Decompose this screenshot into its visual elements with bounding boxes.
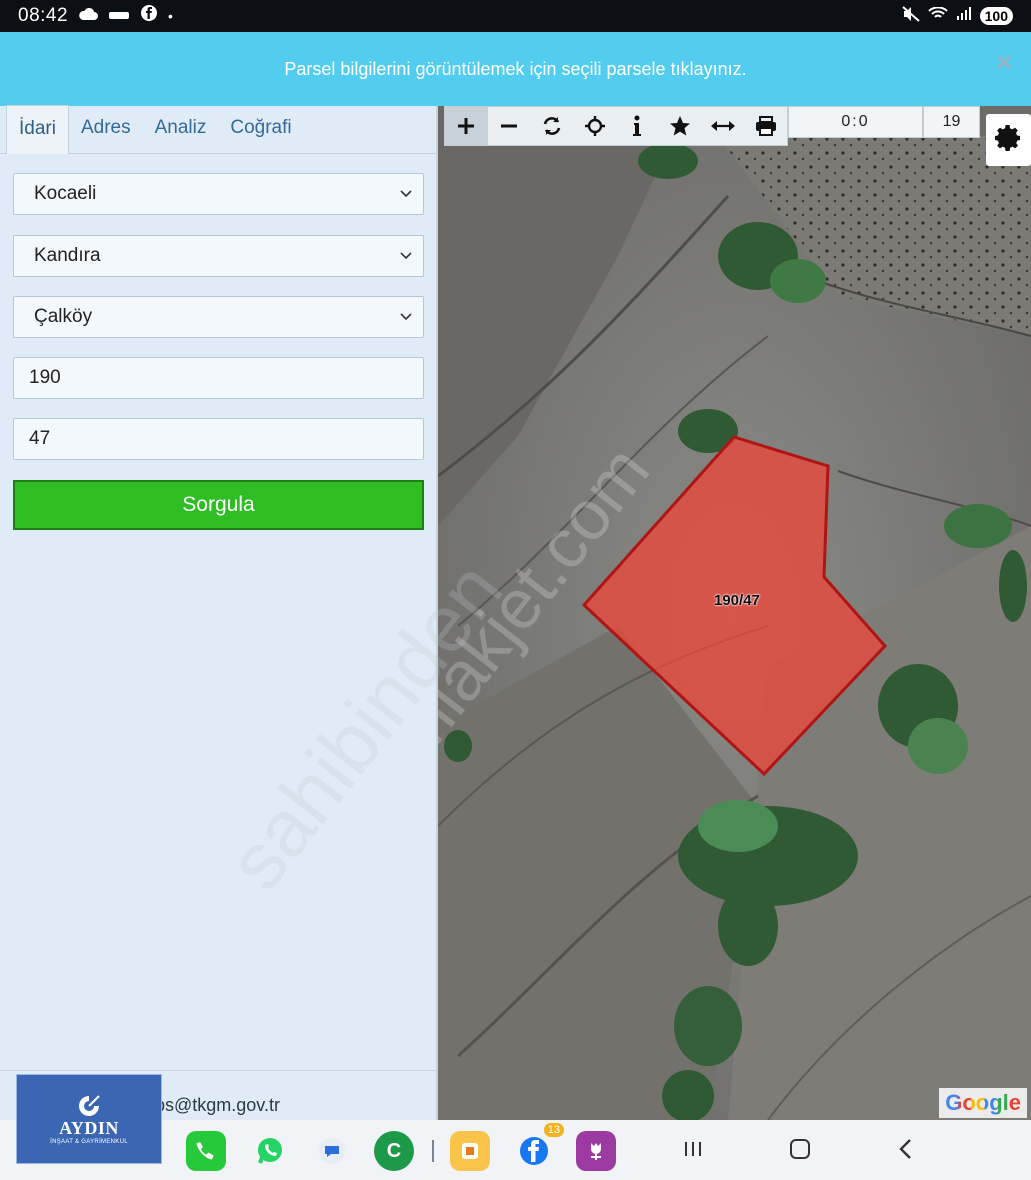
scale-readout: 0:0 xyxy=(788,106,923,138)
tab-adres[interactable]: Adres xyxy=(69,105,143,153)
district-value: Kandıra xyxy=(34,245,101,266)
sidebar-tabs: İdari Adres Analiz Coğrafi xyxy=(0,105,436,154)
chevron-down-icon xyxy=(397,307,415,325)
recent-apps-icon[interactable] xyxy=(683,1138,703,1166)
print-icon[interactable] xyxy=(744,107,787,145)
close-icon[interactable]: × xyxy=(991,48,1017,78)
district-select[interactable]: Kandıra xyxy=(13,235,424,277)
messages-app-icon[interactable] xyxy=(312,1131,352,1171)
zoom-level: 19 xyxy=(923,106,980,138)
aydin-logo-mark xyxy=(79,1094,100,1116)
app-notification-icon xyxy=(108,5,130,27)
facebook-notification-badge: 13 xyxy=(543,1123,564,1137)
settings-button[interactable] xyxy=(986,114,1031,166)
mute-icon xyxy=(901,5,920,27)
status-bar: 08:42 • 100 xyxy=(0,0,1031,32)
favorite-star-icon[interactable] xyxy=(659,107,702,145)
contact-email[interactable]: cbs@tkgm.gov.tr xyxy=(146,1095,280,1116)
tab-cografi[interactable]: Coğrafi xyxy=(218,105,303,153)
tab-analiz[interactable]: Analiz xyxy=(143,105,219,153)
query-sidebar: İdari Adres Analiz Coğrafi Kocaeli Kandı… xyxy=(0,105,438,1120)
dock-divider xyxy=(432,1140,434,1162)
query-button[interactable]: Sorgula xyxy=(13,480,424,530)
chevron-down-icon xyxy=(397,246,415,264)
info-banner: Parsel bilgilerini görüntülemek için seç… xyxy=(0,32,1031,106)
neighborhood-select[interactable]: Çalköy xyxy=(13,296,424,338)
tulip-app-icon[interactable] xyxy=(576,1131,616,1171)
parcel-number-value: 47 xyxy=(29,428,51,449)
gear-icon xyxy=(994,124,1023,157)
aydin-logo: AYDIN İNŞAAT & GAYRİMENKUL xyxy=(16,1074,162,1164)
locate-icon[interactable] xyxy=(573,107,616,145)
notification-dot-icon: • xyxy=(168,8,173,24)
google-logo-text: Google xyxy=(945,1090,1021,1115)
battery-indicator: 100 xyxy=(979,7,1013,25)
province-select[interactable]: Kocaeli xyxy=(13,173,424,215)
facebook-notification-icon xyxy=(140,4,158,28)
back-icon[interactable] xyxy=(898,1138,914,1167)
banner-message: Parsel bilgilerini görüntülemek için seç… xyxy=(284,58,747,79)
zoom-out-icon[interactable] xyxy=(488,107,531,145)
parcel-number-input[interactable]: 47 xyxy=(13,418,424,460)
neighborhood-value: Çalköy xyxy=(34,306,93,327)
info-icon[interactable] xyxy=(616,107,659,145)
facebook-app-icon[interactable]: 13 xyxy=(514,1123,564,1171)
map-toolbar xyxy=(444,106,788,146)
phone-app-icon[interactable] xyxy=(186,1131,226,1171)
measure-icon[interactable] xyxy=(702,107,745,145)
google-attribution: Google xyxy=(939,1088,1027,1118)
logo-brand: AYDIN xyxy=(59,1117,119,1138)
block-number-input[interactable]: 190 xyxy=(13,357,424,399)
whatsapp-app-icon[interactable] xyxy=(250,1131,290,1171)
satellite-imagery xyxy=(438,106,1031,1120)
signal-icon xyxy=(956,6,972,26)
parcel-label[interactable]: 190/47 xyxy=(714,592,760,609)
province-value: Kocaeli xyxy=(34,183,97,204)
recent-app-icon[interactable] xyxy=(450,1131,490,1171)
chevron-down-icon xyxy=(397,184,415,202)
refresh-icon[interactable] xyxy=(531,107,574,145)
cloud-icon xyxy=(78,5,99,27)
home-icon[interactable] xyxy=(789,1138,811,1167)
map-view[interactable]: 190/47 emlakjet.com 0:0 19 Google xyxy=(438,106,1031,1120)
wifi-icon xyxy=(927,5,948,26)
clock: 08:42 xyxy=(18,5,69,26)
logo-subtitle: İNŞAAT & GAYRİMENKUL xyxy=(50,1138,128,1145)
tab-idari[interactable]: İdari xyxy=(6,105,69,154)
zoom-in-icon[interactable] xyxy=(445,107,488,145)
block-number-value: 190 xyxy=(29,367,61,388)
c-app-icon[interactable]: C xyxy=(374,1131,414,1171)
